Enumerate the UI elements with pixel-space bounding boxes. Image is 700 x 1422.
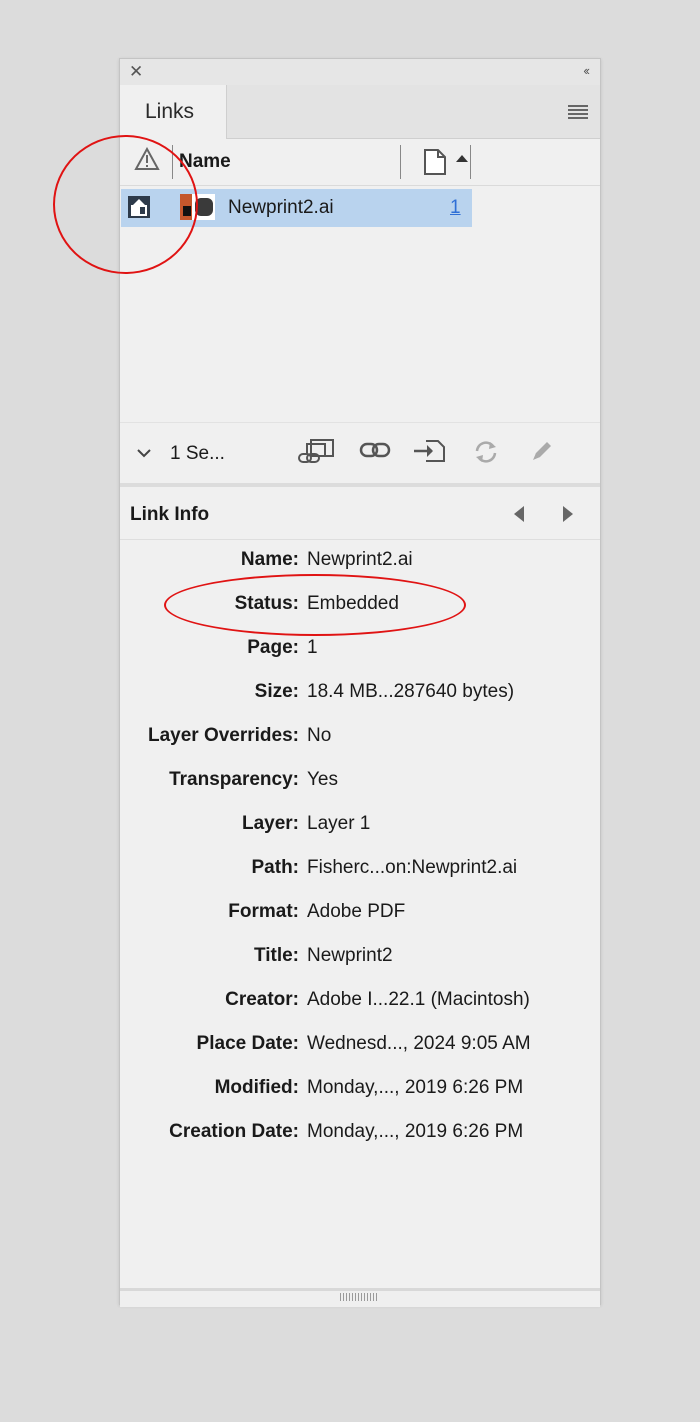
link-info-row: Page: 1 — [120, 637, 600, 667]
column-separator[interactable] — [470, 145, 471, 179]
info-label: Path: — [251, 857, 300, 878]
relink-icon[interactable] — [359, 439, 391, 466]
info-label: Transparency: — [169, 769, 299, 790]
info-value: Wednesd..., 2024 9:05 AM — [307, 1033, 531, 1054]
page-column-icon[interactable] — [423, 148, 447, 181]
update-link-icon[interactable] — [472, 439, 500, 470]
info-label: Name: — [240, 549, 299, 570]
resize-grip-icon[interactable] — [340, 1293, 378, 1301]
info-value: Monday,..., 2019 6:26 PM — [307, 1121, 524, 1142]
annotation-circle — [53, 135, 198, 274]
link-page-number[interactable]: 1 — [450, 197, 461, 219]
panel-menu-icon[interactable] — [568, 105, 588, 121]
info-label: Creation Date: — [169, 1121, 299, 1142]
info-value: 1 — [307, 637, 318, 658]
link-name: Newprint2.ai — [228, 197, 334, 218]
info-label: Layer: — [241, 813, 299, 834]
link-info-row: Size: 18.4 MB...287640 bytes) — [120, 681, 600, 711]
previous-link-icon[interactable] — [514, 506, 524, 522]
panel-tabbar: Links — [120, 85, 600, 139]
info-value: Layer 1 — [307, 813, 371, 834]
selection-count: 1 Se... — [170, 443, 225, 464]
info-value: Adobe I...22.1 (Macintosh) — [307, 989, 530, 1010]
info-value: 18.4 MB...287640 bytes) — [307, 681, 515, 702]
tab-links-label: Links — [145, 100, 195, 123]
sort-ascending-icon[interactable] — [456, 155, 468, 162]
link-info-title: Link Info — [130, 504, 210, 525]
relink-from-cc-libraries-icon[interactable] — [297, 439, 335, 470]
info-value: No — [307, 725, 332, 746]
link-info-header: Link Info — [120, 487, 600, 540]
column-separator[interactable] — [400, 145, 401, 179]
link-info-row: Layer Overrides: No — [120, 725, 600, 755]
info-label: Title: — [253, 945, 299, 966]
info-label: Page: — [247, 637, 299, 658]
tab-links[interactable]: Links — [120, 85, 227, 139]
chevron-down-icon[interactable] — [136, 445, 152, 463]
panel-titlebar: ✕ ‹‹ — [120, 59, 600, 86]
edit-original-icon[interactable] — [530, 439, 554, 468]
close-icon[interactable]: ✕ — [129, 63, 143, 80]
go-to-link-icon[interactable] — [412, 439, 446, 468]
link-info-row: Format: Adobe PDF — [120, 901, 600, 931]
info-label: Place Date: — [196, 1033, 299, 1054]
annotation-ellipse — [164, 574, 466, 636]
info-label: Layer Overrides: — [147, 725, 299, 746]
link-info-row: Transparency: Yes — [120, 769, 600, 799]
link-info-row: Layer: Layer 1 — [120, 813, 600, 843]
info-value: Fisherc...on:Newprint2.ai — [307, 857, 518, 878]
panel-resize-bar — [120, 1288, 600, 1307]
next-link-icon[interactable] — [563, 506, 573, 522]
info-label: Size: — [254, 681, 299, 702]
link-info-row: Creator: Adobe I...22.1 (Macintosh) — [120, 989, 600, 1019]
link-info-row: Path: Fisherc...on:Newprint2.ai — [120, 857, 600, 887]
info-value: Newprint2 — [307, 945, 393, 966]
links-toolbar: 1 Se... — [120, 423, 600, 481]
info-value: Newprint2.ai — [307, 549, 413, 570]
info-label: Format: — [228, 901, 299, 922]
link-info-row: Place Date: Wednesd..., 2024 9:05 AM — [120, 1033, 600, 1063]
link-info-row: Title: Newprint2 — [120, 945, 600, 975]
info-value: Monday,..., 2019 6:26 PM — [307, 1077, 524, 1098]
info-label: Creator: — [225, 989, 299, 1010]
collapse-panel-icon[interactable]: ‹‹ — [583, 63, 590, 78]
link-info-row: Creation Date: Monday,..., 2019 6:26 PM — [120, 1121, 600, 1151]
info-label: Modified: — [214, 1077, 299, 1098]
links-panel: ✕ ‹‹ Links Name Newprint2.ai 1 1 Se... L… — [119, 58, 601, 1307]
info-value: Adobe PDF — [307, 901, 406, 922]
info-value: Yes — [307, 769, 338, 790]
link-info-row: Modified: Monday,..., 2019 6:26 PM — [120, 1077, 600, 1107]
